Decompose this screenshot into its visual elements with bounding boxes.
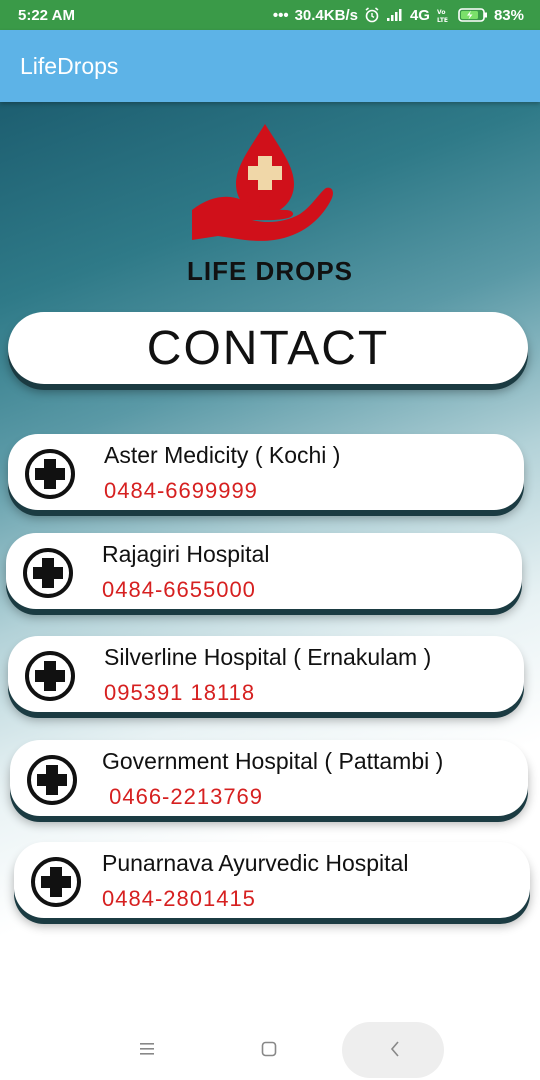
hospital-phone[interactable]: 0466-2213769 xyxy=(102,784,263,810)
hospital-phone[interactable]: 0484-2801415 xyxy=(102,886,256,912)
contact-card[interactable]: Aster Medicity ( Kochi ) 0484-6699999 xyxy=(8,434,524,510)
navigation-bar xyxy=(0,1020,540,1080)
hospital-name: Aster Medicity ( Kochi ) xyxy=(104,442,341,468)
back-chevron-icon[interactable] xyxy=(380,1034,410,1064)
plus-circle-icon xyxy=(30,856,82,908)
contact-card[interactable]: Punarnava Ayurvedic Hospital 0484-280141… xyxy=(14,842,530,918)
status-time: 5:22 AM xyxy=(18,6,75,24)
app-bar: LifeDrops xyxy=(0,30,540,102)
plus-circle-icon xyxy=(22,547,74,599)
logo-text: LIFE DROPS xyxy=(186,256,353,286)
contact-card[interactable]: Rajagiri Hospital 0484-6655000 xyxy=(6,533,522,609)
battery-icon xyxy=(458,7,488,23)
contact-card[interactable]: Government Hospital ( Pattambi ) 0466-22… xyxy=(10,740,528,816)
app-title: LifeDrops xyxy=(20,52,119,79)
volte-icon: Vo LTE xyxy=(436,7,452,23)
hospital-name: Punarnava Ayurvedic Hospital xyxy=(102,850,409,876)
hospital-name: Rajagiri Hospital xyxy=(102,541,270,567)
hospital-name: Government Hospital ( Pattambi ) xyxy=(102,748,444,774)
contact-card[interactable]: Silverline Hospital ( Ernakulam ) 095391… xyxy=(8,636,524,712)
network-type: 4G xyxy=(409,6,430,24)
hospital-name: Silverline Hospital ( Ernakulam ) xyxy=(104,644,432,670)
contact-title: CONTACT xyxy=(146,321,390,375)
svg-text:Vo: Vo xyxy=(437,9,445,16)
status-indicators: ••• 30.4KB/s 4G Vo LTE 83% xyxy=(273,7,524,24)
hospital-phone[interactable]: 0484-6655000 xyxy=(102,577,256,603)
plus-circle-icon xyxy=(26,754,78,806)
network-speed: 30.4KB/s xyxy=(294,6,358,24)
status-dots: ••• xyxy=(272,6,289,24)
menu-icon[interactable] xyxy=(132,1034,162,1064)
svg-text:LTE: LTE xyxy=(437,17,448,23)
signal-icon xyxy=(386,8,404,22)
battery-level: 83% xyxy=(493,6,524,24)
hospital-phone[interactable]: 095391 18118 xyxy=(104,680,255,706)
alarm-icon xyxy=(364,7,380,23)
hospital-phone[interactable]: 0484-6699999 xyxy=(104,478,258,504)
home-square-icon[interactable] xyxy=(254,1034,284,1064)
plus-circle-icon xyxy=(24,448,76,500)
plus-circle-icon xyxy=(24,650,76,702)
status-bar: 5:22 AM ••• 30.4KB/s 4G Vo LTE 83% xyxy=(0,0,540,30)
contact-header: CONTACT xyxy=(8,312,528,384)
